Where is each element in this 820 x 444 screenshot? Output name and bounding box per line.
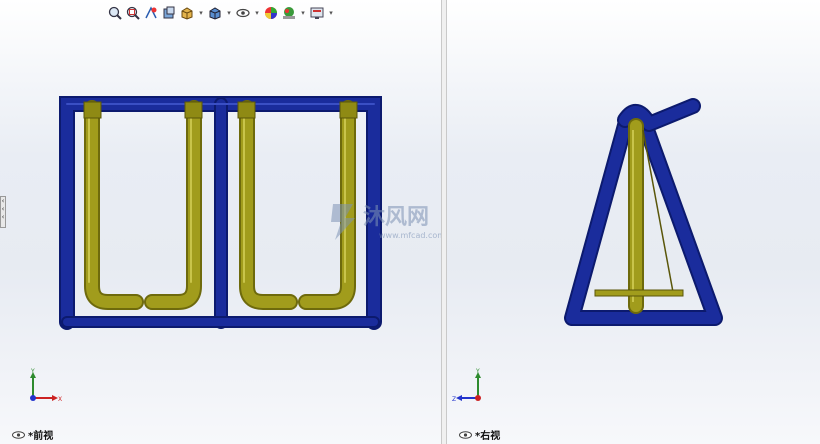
frame-blue	[59, 96, 382, 330]
reference-triad: Y X	[30, 368, 62, 403]
right-view-label: *右视	[459, 427, 500, 442]
triad-right-z-label: Z	[452, 396, 456, 403]
right-viewport[interactable]: Y Z *右视	[447, 0, 820, 444]
right-view-model	[564, 98, 723, 326]
front-view-model	[59, 96, 382, 330]
triad-x-label: X	[58, 396, 62, 403]
front-view-label-text: *前视	[28, 431, 54, 442]
front-view-label: *前视	[12, 427, 53, 442]
triad-right-y-label: Y	[475, 368, 480, 375]
triad-y-label: Y	[30, 368, 35, 375]
panel-collapse-tab[interactable]: ‹ ‹ ‹	[0, 196, 6, 228]
front-viewport[interactable]: ▾ ▾ ▾ ▾ ▾ 沐风网 www.mfcad.com Y X *前视	[0, 0, 441, 444]
reference-triad-right: Y Z	[452, 368, 481, 403]
view-eye-icon	[459, 430, 472, 439]
view-eye-icon	[12, 430, 25, 439]
right-view-label-text: *右视	[475, 431, 501, 442]
